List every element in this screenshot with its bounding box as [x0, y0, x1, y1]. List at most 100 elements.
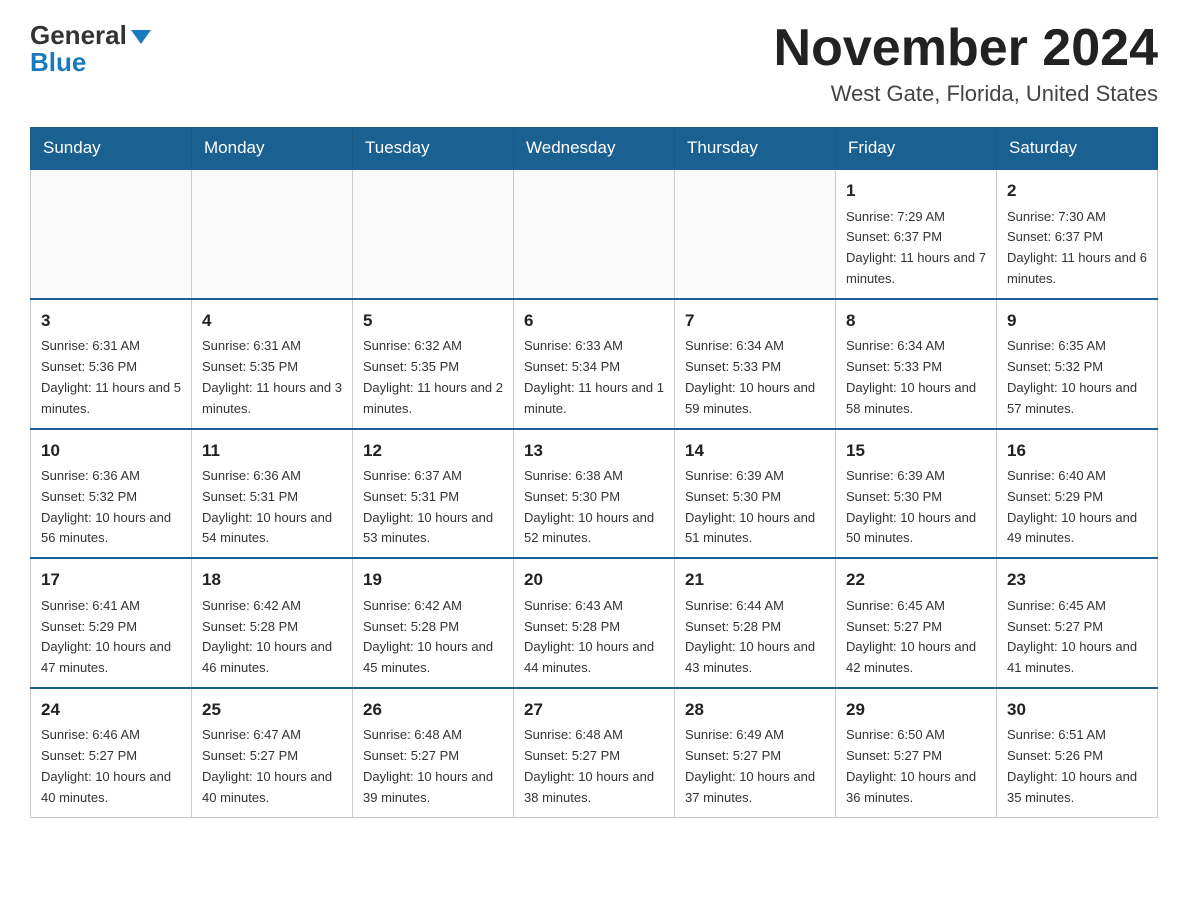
- calendar-cell: 28Sunrise: 6:49 AMSunset: 5:27 PMDayligh…: [675, 688, 836, 817]
- day-number: 1: [846, 178, 986, 204]
- calendar-header-monday: Monday: [192, 128, 353, 170]
- day-number: 29: [846, 697, 986, 723]
- day-info: Sunrise: 6:51 AMSunset: 5:26 PMDaylight:…: [1007, 725, 1147, 808]
- calendar-cell: 27Sunrise: 6:48 AMSunset: 5:27 PMDayligh…: [514, 688, 675, 817]
- calendar-cell: 16Sunrise: 6:40 AMSunset: 5:29 PMDayligh…: [997, 429, 1158, 559]
- day-number: 2: [1007, 178, 1147, 204]
- day-number: 12: [363, 438, 503, 464]
- calendar-cell: 19 Sunrise: 6:42 AMSunset: 5:28 PMDayligh…: [353, 558, 514, 688]
- day-info: Sunrise: 6:40 AMSunset: 5:29 PMDaylight:…: [1007, 466, 1147, 549]
- day-info: Sunrise: 6:42 AMSunset: 5:28 PMDaylight:…: [363, 596, 503, 679]
- calendar-cell: 2 Sunrise: 7:30 AMSunset: 6:37 PMDaylight…: [997, 169, 1158, 299]
- day-number: 13: [524, 438, 664, 464]
- logo-triangle-icon: [131, 30, 151, 44]
- calendar-cell: 30Sunrise: 6:51 AMSunset: 5:26 PMDayligh…: [997, 688, 1158, 817]
- day-number: 6: [524, 308, 664, 334]
- day-number: 8: [846, 308, 986, 334]
- location-subtitle: West Gate, Florida, United States: [774, 81, 1158, 107]
- calendar-header-tuesday: Tuesday: [353, 128, 514, 170]
- calendar-cell: 4Sunrise: 6:31 AMSunset: 5:35 PMDaylight…: [192, 299, 353, 429]
- month-title: November 2024: [774, 20, 1158, 77]
- calendar-cell: 18 Sunrise: 6:42 AMSunset: 5:28 PMDayligh…: [192, 558, 353, 688]
- day-number: 3: [41, 308, 181, 334]
- calendar-cell: 8Sunrise: 6:34 AMSunset: 5:33 PMDaylight…: [836, 299, 997, 429]
- day-number: 4: [202, 308, 342, 334]
- day-number: 27: [524, 697, 664, 723]
- calendar-cell: 29Sunrise: 6:50 AMSunset: 5:27 PMDayligh…: [836, 688, 997, 817]
- calendar-cell: 12Sunrise: 6:37 AMSunset: 5:31 PMDayligh…: [353, 429, 514, 559]
- day-info: Sunrise: 6:36 AMSunset: 5:32 PMDaylight:…: [41, 466, 181, 549]
- day-info: Sunrise: 6:47 AMSunset: 5:27 PMDaylight:…: [202, 725, 342, 808]
- day-number: 23: [1007, 567, 1147, 593]
- calendar-cell: [192, 169, 353, 299]
- day-number: 20: [524, 567, 664, 593]
- calendar-cell: 14Sunrise: 6:39 AMSunset: 5:30 PMDayligh…: [675, 429, 836, 559]
- calendar-cell: 13Sunrise: 6:38 AMSunset: 5:30 PMDayligh…: [514, 429, 675, 559]
- day-info: Sunrise: 6:31 AMSunset: 5:35 PMDaylight:…: [202, 336, 342, 419]
- header: General Blue November 2024 West Gate, Fl…: [30, 20, 1158, 107]
- day-number: 25: [202, 697, 342, 723]
- logo: General Blue: [30, 20, 151, 78]
- week-row-1: 1Sunrise: 7:29 AMSunset: 6:37 PMDaylight…: [31, 169, 1158, 299]
- calendar-cell: 20 Sunrise: 6:43 AMSunset: 5:28 PMDayligh…: [514, 558, 675, 688]
- day-info: Sunrise: 6:43 AMSunset: 5:28 PMDaylight:…: [524, 596, 664, 679]
- calendar-cell: [675, 169, 836, 299]
- day-number: 30: [1007, 697, 1147, 723]
- day-info: Sunrise: 6:39 AMSunset: 5:30 PMDaylight:…: [685, 466, 825, 549]
- calendar-cell: 3Sunrise: 6:31 AMSunset: 5:36 PMDaylight…: [31, 299, 192, 429]
- week-row-5: 24Sunrise: 6:46 AMSunset: 5:27 PMDayligh…: [31, 688, 1158, 817]
- day-number: 17: [41, 567, 181, 593]
- day-number: 18: [202, 567, 342, 593]
- calendar-header-friday: Friday: [836, 128, 997, 170]
- calendar-cell: [31, 169, 192, 299]
- calendar-cell: 26Sunrise: 6:48 AMSunset: 5:27 PMDayligh…: [353, 688, 514, 817]
- day-info: Sunrise: 6:34 AMSunset: 5:33 PMDaylight:…: [846, 336, 986, 419]
- calendar-cell: 21 Sunrise: 6:44 AMSunset: 5:28 PMDayligh…: [675, 558, 836, 688]
- calendar-cell: 1Sunrise: 7:29 AMSunset: 6:37 PMDaylight…: [836, 169, 997, 299]
- calendar-cell: 6Sunrise: 6:33 AMSunset: 5:34 PMDaylight…: [514, 299, 675, 429]
- day-number: 19: [363, 567, 503, 593]
- calendar-header-sunday: Sunday: [31, 128, 192, 170]
- day-info: Sunrise: 6:34 AMSunset: 5:33 PMDaylight:…: [685, 336, 825, 419]
- day-info: Sunrise: 6:39 AMSunset: 5:30 PMDaylight:…: [846, 466, 986, 549]
- day-info: Sunrise: 6:46 AMSunset: 5:27 PMDaylight:…: [41, 725, 181, 808]
- day-info: Sunrise: 6:35 AMSunset: 5:32 PMDaylight:…: [1007, 336, 1147, 419]
- week-row-4: 17 Sunrise: 6:41 AMSunset: 5:29 PMDayligh…: [31, 558, 1158, 688]
- day-info: Sunrise: 6:48 AMSunset: 5:27 PMDaylight:…: [363, 725, 503, 808]
- calendar-header-thursday: Thursday: [675, 128, 836, 170]
- day-number: 11: [202, 438, 342, 464]
- day-info: Sunrise: 6:33 AMSunset: 5:34 PMDaylight:…: [524, 336, 664, 419]
- calendar-cell: [353, 169, 514, 299]
- calendar-cell: 15Sunrise: 6:39 AMSunset: 5:30 PMDayligh…: [836, 429, 997, 559]
- calendar-cell: 5Sunrise: 6:32 AMSunset: 5:35 PMDaylight…: [353, 299, 514, 429]
- day-info: Sunrise: 6:50 AMSunset: 5:27 PMDaylight:…: [846, 725, 986, 808]
- day-number: 21: [685, 567, 825, 593]
- calendar-cell: 22 Sunrise: 6:45 AMSunset: 5:27 PMDayligh…: [836, 558, 997, 688]
- day-info: Sunrise: 6:45 AMSunset: 5:27 PMDaylight:…: [846, 596, 986, 679]
- calendar-cell: 17 Sunrise: 6:41 AMSunset: 5:29 PMDayligh…: [31, 558, 192, 688]
- day-number: 14: [685, 438, 825, 464]
- day-number: 22: [846, 567, 986, 593]
- day-info: Sunrise: 7:30 AMSunset: 6:37 PMDaylight:…: [1007, 207, 1147, 290]
- day-number: 15: [846, 438, 986, 464]
- calendar-header-saturday: Saturday: [997, 128, 1158, 170]
- calendar-cell: 9Sunrise: 6:35 AMSunset: 5:32 PMDaylight…: [997, 299, 1158, 429]
- logo-blue-text: Blue: [30, 47, 86, 77]
- day-number: 5: [363, 308, 503, 334]
- week-row-2: 3Sunrise: 6:31 AMSunset: 5:36 PMDaylight…: [31, 299, 1158, 429]
- day-number: 16: [1007, 438, 1147, 464]
- day-info: Sunrise: 6:41 AMSunset: 5:29 PMDaylight:…: [41, 596, 181, 679]
- calendar-cell: 11Sunrise: 6:36 AMSunset: 5:31 PMDayligh…: [192, 429, 353, 559]
- day-info: Sunrise: 6:44 AMSunset: 5:28 PMDaylight:…: [685, 596, 825, 679]
- day-info: Sunrise: 6:45 AMSunset: 5:27 PMDaylight:…: [1007, 596, 1147, 679]
- week-row-3: 10Sunrise: 6:36 AMSunset: 5:32 PMDayligh…: [31, 429, 1158, 559]
- day-number: 9: [1007, 308, 1147, 334]
- calendar-cell: 24Sunrise: 6:46 AMSunset: 5:27 PMDayligh…: [31, 688, 192, 817]
- day-info: Sunrise: 6:32 AMSunset: 5:35 PMDaylight:…: [363, 336, 503, 419]
- calendar-cell: 10Sunrise: 6:36 AMSunset: 5:32 PMDayligh…: [31, 429, 192, 559]
- day-info: Sunrise: 6:42 AMSunset: 5:28 PMDaylight:…: [202, 596, 342, 679]
- day-info: Sunrise: 6:49 AMSunset: 5:27 PMDaylight:…: [685, 725, 825, 808]
- calendar-cell: 7Sunrise: 6:34 AMSunset: 5:33 PMDaylight…: [675, 299, 836, 429]
- calendar-table: SundayMondayTuesdayWednesdayThursdayFrid…: [30, 127, 1158, 817]
- day-info: Sunrise: 6:36 AMSunset: 5:31 PMDaylight:…: [202, 466, 342, 549]
